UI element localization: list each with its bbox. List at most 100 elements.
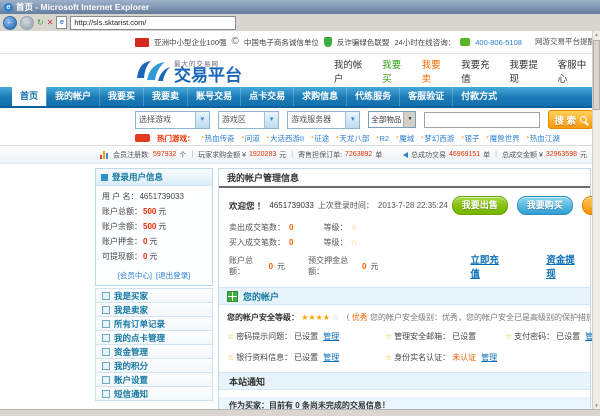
hot-game-link[interactable]: ▪热血江湖 — [527, 133, 560, 144]
hot-game-link[interactable]: ▪魔域 — [396, 133, 414, 144]
scrollbar-thumb[interactable] — [593, 40, 600, 110]
login-info-panel: 登录用户信息 用 户 名： 4651739033 账户总额： 500 元 — [95, 168, 213, 286]
tab-card-trade[interactable]: 点卡交易 — [240, 87, 293, 106]
site-stats-bar: 会员注册数: 597932 个 | 玩家求购金额 ¥ 1920283 元 | 寄… — [0, 145, 593, 164]
refresh-icon[interactable]: ↻ — [37, 17, 44, 29]
game-select[interactable]: 选择游戏 ▾ — [135, 111, 210, 129]
member-center-link[interactable]: [会员中心] — [118, 270, 152, 281]
sidebar-item-seller[interactable]: 我是卖家 — [95, 303, 213, 317]
speaker-icon — [400, 152, 408, 158]
grade-star-icon: ☆ — [350, 223, 357, 232]
sidebar-item-buyer[interactable]: 我是买家 — [95, 288, 213, 303]
tab-demand-info[interactable]: 求购信息 — [293, 87, 346, 106]
hot-game-link[interactable]: ▪问道 — [242, 133, 260, 144]
total-row: 账户总额： 500 元 — [102, 206, 206, 217]
hot-game-label: 魔兽世界 — [490, 133, 520, 144]
hot-game-link[interactable]: ▪征途 — [311, 133, 329, 144]
tab-leveling-service[interactable]: 代练服务 — [346, 87, 399, 106]
security-item-empty — [505, 352, 593, 363]
header-link-withdraw[interactable]: 我要提现 — [509, 57, 544, 85]
account-balance-unit: 元 — [277, 261, 285, 272]
tab-my-account[interactable]: 我的帐户 — [46, 87, 99, 106]
header-links: 我的帐户 我要买 我要卖 我要充值 我要提现 客服中心 — [334, 57, 593, 85]
recharge-link[interactable]: 立即充值 — [470, 252, 504, 280]
header-link-service[interactable]: 客服中心 — [558, 57, 593, 85]
tab-payment-methods[interactable]: 付款方式 — [452, 87, 505, 106]
security-level-row: 您的帐户安全等级： ★★★★ ☆ （ 优秀 您的帐户安全级别：优秀，您的帐户安全… — [219, 305, 590, 325]
total-unit: 元 — [158, 206, 166, 217]
sidebar-item-card-manage[interactable]: 我的点卡管理 — [95, 331, 213, 345]
tab-sell[interactable]: 我要卖 — [143, 87, 187, 106]
award-badge-text: 亚洲中小型企业100强 — [154, 37, 227, 48]
manage-link[interactable]: 管理 — [323, 352, 339, 363]
chevron-down-icon[interactable]: ▾ — [345, 112, 359, 128]
security-item-status: 未认证 — [452, 352, 476, 363]
trades-value: 46969151 — [449, 151, 480, 158]
chevron-down-icon[interactable]: ▾ — [195, 112, 209, 128]
hot-game-link[interactable]: ▪魔兽世界 — [487, 133, 520, 144]
back-icon[interactable]: ← — [3, 16, 17, 30]
account-section-bar: 您的帐户 — [219, 287, 590, 305]
tab-service-verify[interactable]: 客服验证 — [399, 87, 452, 106]
balance-unit: 元 — [158, 221, 166, 232]
chevron-down-icon[interactable]: ▼ — [403, 112, 415, 127]
search-button[interactable]: 搜 索 — [548, 110, 593, 129]
forward-icon[interactable]: → — [20, 16, 34, 30]
sidebar-item-account-settings[interactable]: 账户设置 — [95, 373, 213, 387]
demand-value: 1920283 — [249, 151, 276, 158]
sell-button[interactable]: 我要出售 — [452, 196, 508, 215]
level-grade: 优秀 — [352, 313, 368, 322]
buy-button[interactable]: 我要购买 — [517, 196, 573, 215]
search-keyword-input[interactable] — [424, 112, 540, 128]
manage-link[interactable]: 管理 — [481, 352, 497, 363]
hot-games-label: 热门游戏： — [157, 133, 195, 144]
sidebar-item-label: 短信通知 — [114, 388, 148, 400]
address-bar: ← → ↻ ✕ e http://sls.sktarist.com/ — [0, 14, 600, 32]
sold-grade-label: 等级： — [323, 222, 347, 233]
manage-link[interactable]: 管理 — [323, 331, 339, 342]
header-link-recharge[interactable]: 我要充值 — [461, 57, 496, 85]
stars-filled-icon: ★★★★ — [301, 313, 330, 322]
sidebar-item-orders[interactable]: 所有订单记录 — [95, 317, 213, 331]
certification-bar: 亚洲中小型企业100强 © 中国电子商务诚信单位 反诈骗绿色联盟 24小时在线咨… — [0, 31, 593, 54]
site-logo[interactable]: 最大的交易网 交易平台 — [135, 58, 294, 84]
hot-game-link[interactable]: ▪天龙八部 — [336, 133, 369, 144]
predeposit-unit: 元 — [370, 261, 378, 272]
chevron-down-icon[interactable]: ▾ — [264, 112, 278, 128]
bullet-icon: ▪ — [242, 135, 244, 141]
tab-account-trade[interactable]: 账号交易 — [187, 87, 240, 106]
security-item-pay-password: ☆ 支付密码： 已设置 管理 — [505, 331, 593, 342]
vertical-scrollbar[interactable]: ▲ ▼ — [592, 31, 600, 410]
bullet-icon: ▪ — [336, 135, 338, 141]
header-link-buy[interactable]: 我要买 — [382, 57, 408, 85]
bullet-icon — [102, 348, 110, 356]
tab-home[interactable]: 首页 — [12, 87, 46, 106]
hot-game-link[interactable]: ▪R2 — [376, 134, 389, 143]
header-link-sell[interactable]: 我要卖 — [422, 57, 448, 85]
members-unit: 个 — [179, 150, 186, 160]
sidebar-item-funds[interactable]: 资金管理 — [95, 345, 213, 359]
award-icon — [135, 38, 149, 47]
sidebar-item-points[interactable]: 我的积分 — [95, 359, 213, 373]
header-link-my-account[interactable]: 我的帐户 — [334, 57, 369, 85]
withdraw-link[interactable]: 资金提现 — [546, 252, 580, 280]
server-select[interactable]: 游戏服务器 ▾ — [287, 111, 360, 129]
bullet-icon: ▪ — [527, 135, 529, 141]
main-nav: 首页 我的帐户 我要买 我要卖 账号交易 点卡交易 求购信息 代练服务 客服验证… — [0, 87, 593, 108]
hot-game-label: R2 — [380, 134, 390, 143]
hot-game-link[interactable]: ▪热血传奇 — [202, 133, 235, 144]
scroll-up-icon[interactable]: ▲ — [593, 31, 600, 39]
logout-link[interactable]: [退出登录] — [156, 270, 190, 281]
hot-game-link[interactable]: ▪梦幻西游 — [421, 133, 454, 144]
tab-buy[interactable]: 我要买 — [99, 87, 143, 106]
sidebar-item-sms[interactable]: 短信通知 — [95, 387, 213, 401]
hot-game-link[interactable]: ▪银子 — [461, 133, 479, 144]
amount-value: 32963598 — [546, 151, 577, 158]
separator: | — [191, 151, 193, 158]
zone-select[interactable]: 游戏区 ▾ — [218, 111, 279, 129]
item-type-select[interactable]: 全部物品 ▼ — [368, 111, 416, 128]
welcome-username: 4651739033 — [269, 201, 314, 210]
stop-icon[interactable]: ✕ — [47, 17, 54, 29]
hot-game-link[interactable]: ▪大话西游II — [267, 133, 304, 144]
url-input[interactable]: http://sls.sktarist.com/ — [70, 16, 236, 30]
